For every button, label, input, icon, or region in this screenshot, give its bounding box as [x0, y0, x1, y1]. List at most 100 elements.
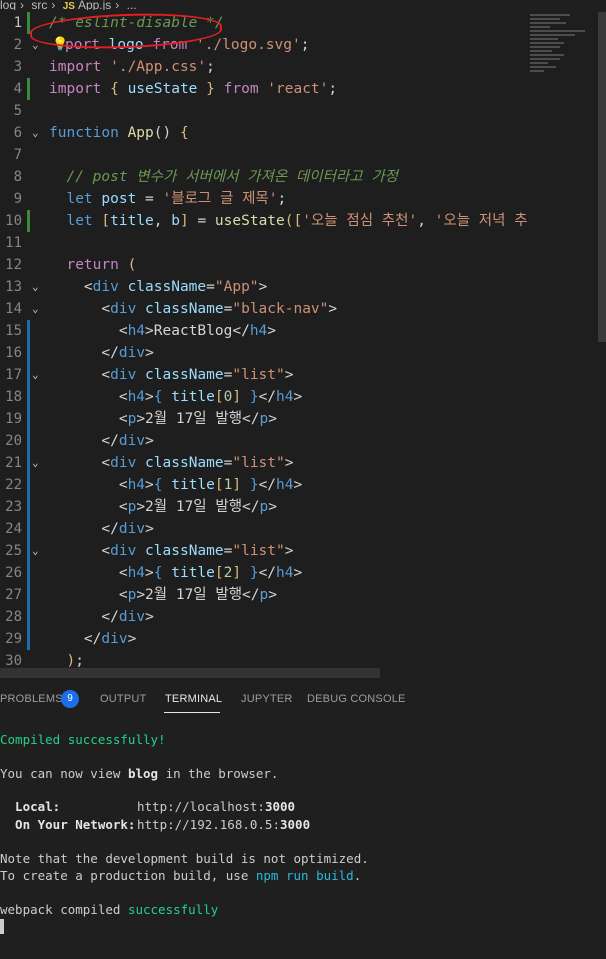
tab-output[interactable]: OUTPUT — [100, 693, 146, 705]
fold-chevron-icon[interactable]: ⌄ — [32, 364, 39, 386]
code-line[interactable]: 28 </div> — [0, 606, 530, 628]
code-line[interactable]: 9 let post = '블로그 글 제목'; — [0, 188, 530, 210]
code-line[interactable]: 11 — [0, 232, 530, 254]
code-line[interactable]: 7 — [0, 144, 530, 166]
line-number: 27 — [5, 587, 22, 603]
tab-jupyter[interactable]: JUPYTER — [241, 693, 293, 705]
code-text: // post 변수가 서버에서 가져온 데이터라고 가정 — [66, 169, 399, 185]
code-text: <div className="list"> — [101, 455, 294, 471]
code-line[interactable]: 22 <h4>{ title[1] }</h4> — [0, 474, 530, 496]
git-change-marker[interactable] — [27, 210, 30, 232]
breadcrumb-file-app-js[interactable]: App.js — [78, 0, 111, 10]
code-line[interactable]: 21 ⌄ <div className="list"> — [0, 452, 530, 474]
line-number: 1 — [13, 15, 22, 31]
code-text: let [title, b] = useState(['오늘 점심 추천', '… — [66, 213, 528, 229]
line-number: 3 — [13, 59, 22, 75]
line-number: 2 — [13, 37, 22, 53]
code-line[interactable]: 25 ⌄ <div className="list"> — [0, 540, 530, 562]
code-line[interactable]: 27 <p>2월 17일 발행</p> — [0, 584, 530, 606]
network-url[interactable]: http://192.168.0.5:3000 — [137, 817, 310, 832]
code-line[interactable]: 10 let [title, b] = useState(['오늘 점심 추천'… — [0, 210, 530, 232]
fold-chevron-icon[interactable]: ⌄ — [32, 122, 39, 144]
code-editor[interactable]: 1/* eslint-disable */2 ⌄ port logo from '.… — [0, 12, 606, 680]
line-number: 24 — [5, 521, 22, 537]
code-line[interactable]: 16 </div> — [0, 342, 530, 364]
fold-chevron-icon[interactable]: ⌄ — [32, 452, 39, 474]
git-change-marker[interactable] — [27, 386, 30, 408]
compiled-message: Compiled successfully! — [0, 732, 166, 747]
code-line[interactable]: 17 ⌄ <div className="list"> — [0, 364, 530, 386]
git-change-marker[interactable] — [27, 430, 30, 452]
editor-vertical-scrollbar[interactable] — [598, 12, 606, 342]
breadcrumb-symbol[interactable]: ... — [127, 0, 137, 10]
git-change-marker[interactable] — [27, 540, 30, 562]
line-number: 23 — [5, 499, 22, 515]
code-text: </div> — [101, 433, 154, 449]
git-change-marker[interactable] — [27, 584, 30, 606]
line-number: 18 — [5, 389, 22, 405]
git-change-marker[interactable] — [27, 452, 30, 474]
view-message: You can now view blog in the browser. — [0, 766, 279, 781]
terminal-output[interactable]: Compiled successfully! You can now view … — [0, 714, 606, 959]
code-text: <p>2월 17일 발행</p> — [118, 411, 277, 427]
code-line[interactable]: 5 — [0, 100, 530, 122]
code-text: <h4>{ title[0] }</h4> — [118, 389, 303, 405]
git-change-marker[interactable] — [27, 408, 30, 430]
git-change-marker[interactable] — [27, 342, 30, 364]
code-line[interactable]: 12 return ( — [0, 254, 530, 276]
code-line[interactable]: 19 <p>2월 17일 발행</p> — [0, 408, 530, 430]
code-line[interactable]: 23 <p>2월 17일 발행</p> — [0, 496, 530, 518]
git-change-marker[interactable] — [27, 364, 30, 386]
js-file-icon: JS — [62, 1, 75, 11]
line-number: 25 — [5, 543, 22, 559]
line-number: 21 — [5, 455, 22, 471]
editor-horizontal-scrollbar[interactable] — [0, 668, 380, 678]
code-line[interactable]: 8 // post 변수가 서버에서 가져온 데이터라고 가정 — [0, 166, 530, 188]
code-line[interactable]: 6 ⌄ function App() { — [0, 122, 530, 144]
git-change-marker[interactable] — [27, 320, 30, 342]
breadcrumb-folder-log[interactable]: log — [0, 0, 16, 10]
code-line[interactable]: 4 import { useState } from 'react'; — [0, 78, 530, 100]
line-number: 17 — [5, 367, 22, 383]
code-line[interactable]: 29 </div> — [0, 628, 530, 650]
local-url[interactable]: http://localhost:3000 — [137, 799, 295, 814]
line-number: 14 — [5, 301, 22, 317]
tab-debug-console[interactable]: DEBUG CONSOLE — [307, 693, 406, 705]
line-number: 26 — [5, 565, 22, 581]
fold-chevron-icon[interactable]: ⌄ — [32, 298, 39, 320]
code-text: <div className="App"> — [83, 279, 268, 295]
git-change-marker[interactable] — [27, 518, 30, 540]
git-change-marker[interactable] — [27, 606, 30, 628]
minimap[interactable] — [530, 12, 600, 132]
code-line[interactable]: 3 import './App.css'; — [0, 56, 530, 78]
tab-problems[interactable]: PROBLEMS — [0, 693, 63, 705]
code-line[interactable]: 20 </div> — [0, 430, 530, 452]
code-text: <div className="list"> — [101, 367, 294, 383]
git-change-marker[interactable] — [27, 628, 30, 650]
code-line[interactable]: 24 </div> — [0, 518, 530, 540]
code-line[interactable]: 15 <h4>ReactBlog</h4> — [0, 320, 530, 342]
code-line[interactable]: 18 <h4>{ title[0] }</h4> — [0, 386, 530, 408]
code-text: </div> — [83, 631, 137, 647]
line-number: 6 — [13, 125, 22, 141]
line-number: 5 — [13, 103, 22, 119]
code-line[interactable]: 26 <h4>{ title[2] }</h4> — [0, 562, 530, 584]
git-change-marker[interactable] — [27, 78, 30, 100]
fold-chevron-icon[interactable]: ⌄ — [32, 540, 39, 562]
production-note: To create a production build, use npm ru… — [0, 868, 362, 883]
problems-count-badge: 9 — [61, 690, 79, 708]
terminal-cursor — [0, 919, 4, 934]
line-number: 19 — [5, 411, 22, 427]
git-change-marker[interactable] — [27, 496, 30, 518]
code-line[interactable]: 14 ⌄ <div className="black-nav"> — [0, 298, 530, 320]
app-name: blog — [127, 766, 159, 781]
tab-terminal[interactable]: TERMINAL — [165, 693, 222, 705]
fold-chevron-icon[interactable]: ⌄ — [32, 276, 39, 298]
line-number: 7 — [13, 147, 22, 163]
code-text: let post = '블로그 글 제목'; — [66, 191, 287, 207]
code-line[interactable]: 13 ⌄ <div className="App"> — [0, 276, 530, 298]
breadcrumb-folder-src[interactable]: src — [31, 0, 47, 10]
code-text: import './App.css'; — [49, 59, 215, 75]
git-change-marker[interactable] — [27, 562, 30, 584]
git-change-marker[interactable] — [27, 474, 30, 496]
